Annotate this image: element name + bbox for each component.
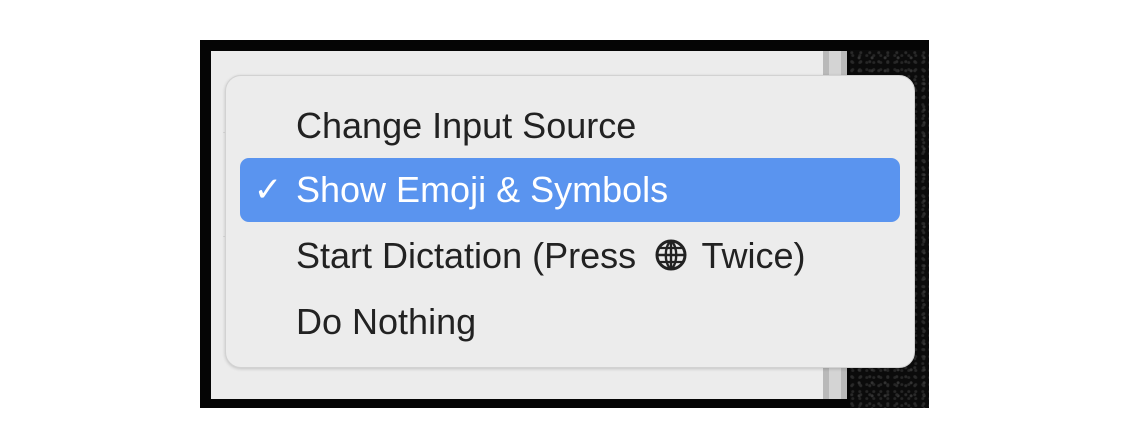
menu-item-label-after-icon: Twice) [701, 235, 806, 276]
menu-item-label-before-icon: Start Dictation (Press [296, 235, 637, 276]
menu-item-change-input-source[interactable]: Change Input Source [240, 94, 900, 158]
menu-item-do-nothing[interactable]: Do Nothing [240, 290, 900, 354]
menu-item-start-dictation[interactable]: Start Dictation (Press Twice) [240, 224, 900, 288]
globe-icon [652, 236, 690, 274]
input-source-menu: Change Input Source ✓ Show Emoji & Symbo… [225, 75, 915, 368]
menu-item-show-emoji-symbols[interactable]: ✓ Show Emoji & Symbols [240, 158, 900, 222]
menu-item-label: Change Input Source [296, 105, 637, 146]
checkmark-icon: ✓ [253, 171, 283, 209]
menu-item-label: Do Nothing [296, 301, 477, 342]
menu-item-label-with-icon: Start Dictation (Press Twice) [296, 235, 806, 277]
menu-item-label: Show Emoji & Symbols [296, 169, 669, 210]
